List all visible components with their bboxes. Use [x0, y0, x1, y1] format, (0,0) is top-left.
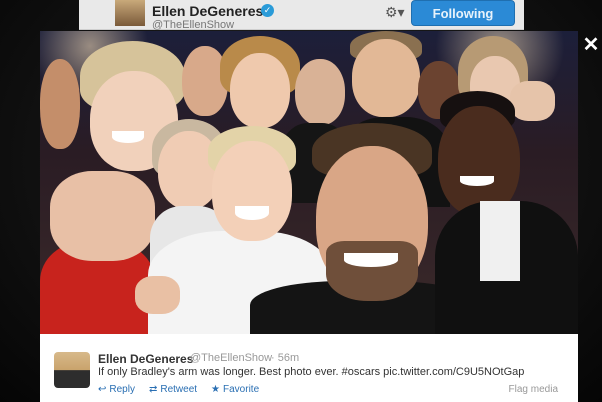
tweet-timestamp[interactable]: · 56m — [271, 352, 299, 364]
timestamp-separator: · — [271, 352, 275, 364]
following-button[interactable]: Following — [411, 0, 515, 26]
profile-header: Ellen DeGeneres ✓ @TheEllenShow ⚙▾ Follo… — [79, 0, 524, 31]
reply-button[interactable]: ↩ Reply — [98, 384, 135, 395]
hand — [135, 276, 180, 314]
tweet-photo[interactable] — [40, 31, 578, 334]
retweet-label: Retweet — [160, 384, 198, 395]
tweet-author-handle[interactable]: @TheEllenShow — [190, 352, 272, 364]
white-shirt — [480, 201, 520, 281]
profile-handle[interactable]: @TheEllenShow — [152, 19, 234, 31]
tweet-actions: ↩ Reply ⇄ Retweet ★ Favorite — [98, 384, 259, 395]
gear-icon[interactable]: ⚙▾ — [385, 4, 405, 21]
person-face — [230, 53, 290, 128]
profile-avatar[interactable] — [115, 0, 145, 26]
beard — [326, 241, 418, 301]
person-face — [212, 141, 292, 241]
tweet-author-name[interactable]: Ellen DeGeneres — [98, 352, 193, 366]
favorite-button[interactable]: ★ Favorite — [211, 384, 259, 395]
favorite-label: Favorite — [223, 384, 260, 395]
tweet-avatar[interactable] — [54, 352, 90, 388]
reply-label: Reply — [109, 384, 135, 395]
close-icon[interactable]: ✕ — [582, 35, 600, 55]
retweet-button[interactable]: ⇄ Retweet — [149, 384, 197, 395]
tweet-card: Ellen DeGeneres @TheEllenShow · 56m If o… — [40, 334, 578, 402]
person-face — [438, 106, 520, 216]
person-shoulders — [50, 171, 155, 261]
person-face — [40, 59, 80, 149]
star-icon: ★ — [211, 384, 221, 395]
smile — [235, 206, 269, 220]
retweet-icon: ⇄ — [148, 384, 158, 395]
person-face — [295, 59, 345, 125]
verified-badge-icon: ✓ — [261, 4, 274, 17]
timestamp-value: 56m — [277, 352, 300, 364]
reply-icon: ↩ — [98, 384, 107, 395]
tweet-text: If only Bradley's arm was longer. Best p… — [98, 366, 525, 378]
person-face — [352, 39, 420, 117]
profile-name[interactable]: Ellen DeGeneres — [152, 3, 263, 19]
hand — [510, 81, 555, 121]
flag-media-link[interactable]: Flag media — [509, 384, 558, 395]
smile — [344, 253, 398, 267]
smile — [112, 131, 144, 143]
smile — [460, 176, 494, 186]
